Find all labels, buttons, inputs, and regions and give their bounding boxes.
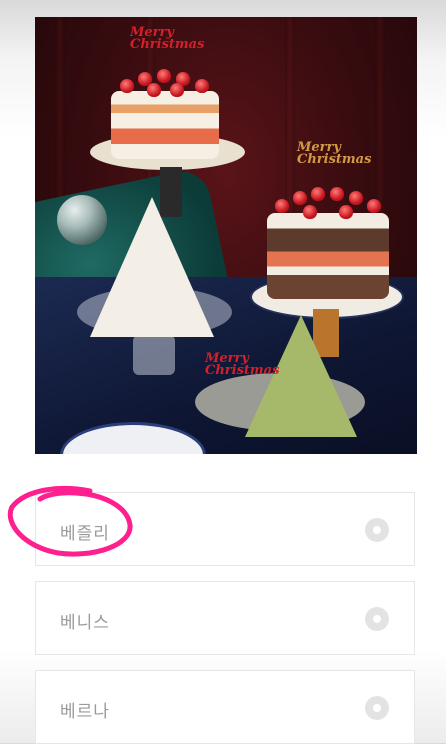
strawberry: [147, 83, 161, 97]
strawberry: [293, 191, 307, 205]
cake-topper-text: Merry Christmas: [130, 25, 205, 52]
radio-dot: [373, 615, 381, 623]
cake-topper-text: Merry Christmas: [297, 140, 372, 167]
chocolate-strawberry-cake: [267, 213, 389, 299]
radio-button-icon[interactable]: [365, 518, 389, 542]
radio-button-icon[interactable]: [365, 696, 389, 720]
option-venice[interactable]: 베니스: [35, 581, 415, 655]
glass-ornament: [57, 195, 107, 245]
radio-button-icon[interactable]: [365, 607, 389, 631]
glass-stand-stem: [133, 335, 175, 375]
strawberry: [170, 83, 184, 97]
strawberry: [311, 187, 325, 201]
cake-topper-text: Merry Christmas: [205, 351, 280, 378]
strawberry: [195, 79, 209, 93]
strawberry: [303, 205, 317, 219]
strawberry: [330, 187, 344, 201]
strawberry: [367, 199, 381, 213]
option-verna[interactable]: 베르나: [35, 670, 415, 744]
strawberry: [349, 191, 363, 205]
strawberry: [120, 79, 134, 93]
option-bezzli[interactable]: 베즐리: [35, 492, 415, 566]
option-label: 베니스: [60, 613, 110, 633]
strawberry: [275, 199, 289, 213]
strawberry-shortcake: [111, 91, 219, 159]
strawberry: [339, 205, 353, 219]
cream-tree-cake: [90, 197, 214, 337]
strawberry: [157, 69, 171, 83]
radio-dot: [373, 526, 381, 534]
option-label: 베즐리: [60, 524, 110, 544]
option-label: 베르나: [60, 702, 110, 722]
product-photo: Merry Christmas Merry Christmas Merry Chris…: [35, 17, 417, 454]
radio-dot: [373, 704, 381, 712]
